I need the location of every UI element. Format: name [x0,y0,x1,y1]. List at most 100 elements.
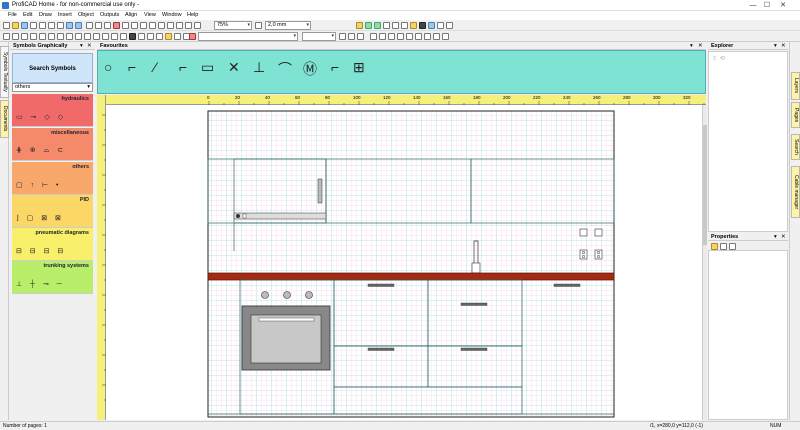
text-icon[interactable] [129,33,136,40]
fav-symbol[interactable]: ⌐ [128,59,136,75]
align-middle-icon[interactable] [406,33,413,40]
no-entry-icon[interactable] [442,33,449,40]
menu-outputs[interactable]: Outputs [100,12,119,18]
align-right-icon[interactable] [388,33,395,40]
align-bottom-icon[interactable] [415,33,422,40]
menu-window[interactable]: Window [162,12,182,18]
save-icon[interactable] [21,22,28,29]
scroll-thumb[interactable] [703,125,707,245]
settings-icon[interactable] [446,22,453,29]
line-icon[interactable] [12,33,19,40]
properties-close-icon[interactable]: ✕ [781,233,786,241]
close-button[interactable]: ✕ [776,0,790,11]
underline-icon[interactable] [357,33,364,40]
tab-layers[interactable]: Layers [791,72,800,100]
tab-cable-manager[interactable]: Cable manager [791,166,800,218]
fav-symbol[interactable]: ⌐ [331,59,339,75]
fill-icon[interactable] [156,33,163,40]
align-center-icon[interactable] [379,33,386,40]
hand-icon[interactable] [185,22,192,29]
pointer-icon[interactable] [3,33,10,40]
refresh-icon[interactable] [167,22,174,29]
bold-icon[interactable] [339,33,346,40]
vertical-scrollbar[interactable] [702,105,707,420]
explorer-close-icon[interactable]: ✕ [781,42,786,50]
rect-icon[interactable] [30,33,37,40]
fav-pin-icon[interactable]: ▾ [690,42,693,50]
fav-symbol[interactable]: Ⓜ [303,59,317,79]
layers-icon[interactable] [365,22,372,29]
property-pages-icon[interactable] [729,243,736,250]
rotate-icon[interactable] [174,33,181,40]
categorized-icon[interactable] [711,243,718,250]
zoom-width-icon[interactable] [158,22,165,29]
category-trunking[interactable]: trunking systems ⊥ ┼ ⊸ ─ [12,261,93,294]
drawing-canvas[interactable] [106,105,702,420]
highlight-icon[interactable] [165,33,172,40]
copy-icon[interactable] [48,22,55,29]
tab-pages[interactable]: Pages [791,102,800,128]
category-others[interactable]: others ▢ ↑ ⊢ • [12,162,93,195]
info-icon[interactable] [428,22,435,29]
angle-icon[interactable] [111,33,118,40]
fav-symbol[interactable]: ⊥ [253,59,265,76]
open-icon[interactable] [12,22,19,29]
align-top-icon[interactable] [397,33,404,40]
wire-icon[interactable] [66,33,73,40]
ungroup-icon[interactable] [433,33,440,40]
pin-icon[interactable]: ▾ [80,42,83,50]
fav-symbol[interactable]: ⊞ [353,59,365,76]
cut-icon[interactable] [39,22,46,29]
line-width-select[interactable]: 2,0 mm ▾ [265,21,311,30]
fav-symbol[interactable]: ▭ [201,59,214,76]
select-icon[interactable] [176,22,183,29]
arrow-icon[interactable] [93,33,100,40]
maximize-button[interactable]: ☐ [760,0,774,11]
menu-draw[interactable]: Draw [39,12,52,18]
menu-object[interactable]: Object [78,12,94,18]
tab-search[interactable]: Search [791,134,800,160]
snap-icon[interactable] [95,22,102,29]
refresh-folder-icon[interactable]: ⟲ [720,55,725,62]
align-left-icon[interactable] [370,33,377,40]
new-icon[interactable] [3,22,10,29]
link-icon[interactable] [147,33,154,40]
dimension-icon[interactable] [102,33,109,40]
netlist-icon[interactable] [383,22,390,29]
explorer-pin-icon[interactable]: ▾ [774,42,777,50]
menu-view[interactable]: View [144,12,156,18]
bom-icon[interactable] [392,22,399,29]
category-pneumatic[interactable]: pneumatic diagrams ⊟ ⊟ ⊟ ⊟ [12,228,93,261]
tab-documents[interactable]: Documents [0,100,9,138]
category-select[interactable]: others ▾ [12,83,93,92]
fav-symbol[interactable]: ⁄ [154,59,156,75]
up-icon[interactable]: ⇧ [712,55,717,62]
pdf-icon[interactable] [113,22,120,29]
folder-icon[interactable] [356,22,363,29]
menu-help[interactable]: Help [187,12,198,18]
paste-icon[interactable] [57,22,64,29]
zoom-select[interactable]: 75% ▾ [214,21,252,30]
tab-symbols-textually[interactable]: Symbols Textually [0,46,9,98]
style-select[interactable]: ▾ [198,32,298,41]
arc-icon[interactable] [48,33,55,40]
menu-edit[interactable]: Edit [23,12,32,18]
curve-icon[interactable] [57,33,64,40]
zoom-page-icon[interactable] [149,22,156,29]
polyline-icon[interactable] [21,33,28,40]
menu-align[interactable]: Align [125,12,137,18]
menu-insert[interactable]: Insert [58,12,72,18]
table-icon[interactable] [104,22,111,29]
italic-icon[interactable] [348,33,355,40]
cables-icon[interactable] [401,22,408,29]
check-icon[interactable] [374,22,381,29]
image-icon[interactable] [138,33,145,40]
ellipse-icon[interactable] [39,33,46,40]
group-icon[interactable] [424,33,431,40]
binoculars-icon[interactable] [419,22,426,29]
category-miscellaneous[interactable]: miscellaneous ⋕ ⊕ ⌓ ⊂ [12,128,93,161]
undo-icon[interactable] [66,22,73,29]
node-icon[interactable] [75,33,82,40]
magnifier-icon[interactable] [194,22,201,29]
print-icon[interactable] [30,22,37,29]
